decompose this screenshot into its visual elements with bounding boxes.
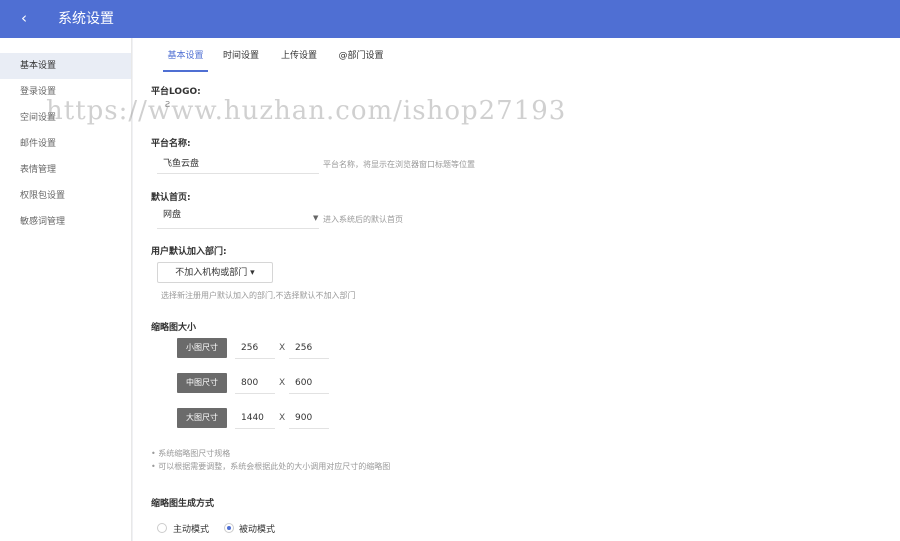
- dept-hint: 选择新注册用户默认加入的部门,不选择默认不加入部门: [161, 291, 356, 300]
- home-label: 默认首页:: [151, 193, 191, 203]
- caret-down-icon: ▼: [313, 214, 319, 222]
- small-size-tag: 小图尺寸: [177, 338, 227, 358]
- home-select-value: 网盘: [163, 210, 182, 220]
- tab-dept[interactable]: @部门设置: [337, 46, 385, 72]
- thumb-note-2: • 可以根据需要调整，系统会根据此处的大小调用对应尺寸的缩略图: [151, 462, 391, 471]
- radio-passive-mode[interactable]: [224, 523, 234, 533]
- small-height-input[interactable]: [289, 337, 329, 359]
- home-hint: 进入系统后的默认首页: [323, 215, 403, 224]
- platform-name-input[interactable]: [157, 152, 319, 174]
- sidebar-item-basic[interactable]: 基本设置: [0, 53, 131, 79]
- medium-height-input[interactable]: [289, 372, 329, 394]
- sidebar-item-emoji[interactable]: 表情管理: [0, 157, 131, 183]
- dept-dropdown-button[interactable]: 不加入机构或部门 ▾: [157, 262, 273, 283]
- large-height-input[interactable]: [289, 407, 329, 429]
- large-width-input[interactable]: [235, 407, 275, 429]
- radio-active-mode[interactable]: [157, 523, 167, 533]
- main-content: 基本设置 时间设置 上传设置 @部门设置 平台LOGO: Ƨ 平台名称: 平台名…: [133, 38, 900, 541]
- logo-upload[interactable]: Ƨ: [165, 100, 170, 109]
- tab-basic[interactable]: 基本设置: [163, 46, 208, 72]
- name-label: 平台名称:: [151, 139, 191, 149]
- name-hint: 平台名称，将显示在浏览器窗口标题等位置: [323, 160, 475, 169]
- x-separator: X: [279, 413, 286, 423]
- sidebar-item-space[interactable]: 空间设置: [0, 105, 131, 131]
- medium-width-input[interactable]: [235, 372, 275, 394]
- medium-size-tag: 中图尺寸: [177, 373, 227, 393]
- thumb-note-1: • 系统缩略图尺寸规格: [151, 449, 231, 458]
- gen-mode-label: 缩略图生成方式: [151, 499, 215, 509]
- home-select[interactable]: 网盘: [157, 207, 319, 229]
- x-separator: X: [279, 343, 286, 353]
- sidebar-item-sensitive[interactable]: 敏感词管理: [0, 209, 131, 235]
- tab-time[interactable]: 时间设置: [221, 46, 261, 72]
- large-size-tag: 大图尺寸: [177, 408, 227, 428]
- page-title: 系统设置: [58, 11, 114, 27]
- x-separator: X: [279, 378, 286, 388]
- logo-label: 平台LOGO:: [151, 87, 201, 97]
- app-header: ‹ 系统设置: [0, 0, 900, 38]
- sidebar: 基本设置 登录设置 空间设置 邮件设置 表情管理 权限包设置 敏感词管理: [0, 38, 132, 541]
- dept-label: 用户默认加入部门:: [151, 247, 227, 257]
- thumb-label: 缩略图大小: [151, 323, 197, 333]
- tab-upload[interactable]: 上传设置: [279, 46, 319, 72]
- sidebar-item-permission[interactable]: 权限包设置: [0, 183, 131, 209]
- sidebar-item-login[interactable]: 登录设置: [0, 79, 131, 105]
- small-width-input[interactable]: [235, 337, 275, 359]
- chevron-left-icon[interactable]: ‹: [14, 8, 34, 28]
- radio-passive-mode-label: 被动模式: [239, 525, 276, 535]
- radio-active-mode-label: 主动模式: [173, 525, 210, 535]
- sidebar-item-mail[interactable]: 邮件设置: [0, 131, 131, 157]
